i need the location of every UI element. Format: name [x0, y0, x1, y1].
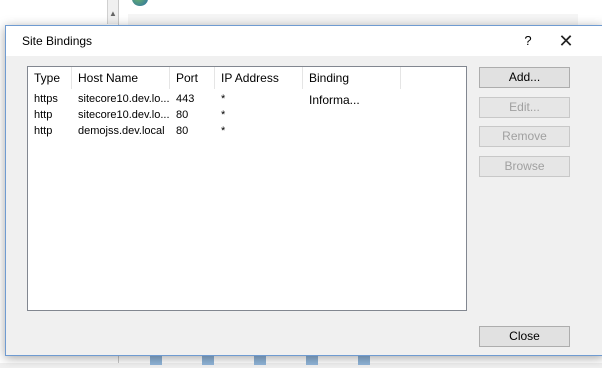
cell-type: https: [34, 93, 58, 105]
cell-port: 80: [176, 125, 189, 137]
remove-button[interactable]: Remove: [479, 126, 570, 147]
cell-binding-info: [303, 107, 401, 123]
bindings-list-header: Type Host Name Port IP Address Binding I…: [28, 67, 466, 107]
cell-host-name: demojss.dev.local: [78, 125, 165, 137]
cell-port: 443: [176, 93, 195, 105]
help-button[interactable]: ?: [517, 32, 539, 50]
table-row[interactable]: http demojss.dev.local 80 *: [28, 123, 466, 139]
feature-icon: [306, 356, 318, 365]
column-header-type[interactable]: Type: [28, 67, 72, 89]
cell-ip-address: *: [221, 125, 226, 137]
cell-ip-address: *: [221, 93, 226, 105]
cell-port: 80: [176, 109, 189, 121]
dialog-title: Site Bindings: [22, 34, 93, 48]
cell-type: http: [34, 125, 53, 137]
add-button[interactable]: Add...: [479, 67, 570, 88]
bindings-list[interactable]: Type Host Name Port IP Address Binding I…: [27, 66, 467, 311]
edit-button[interactable]: Edit...: [479, 97, 570, 118]
table-row[interactable]: https sitecore10.dev.lo... 443 *: [28, 91, 466, 107]
site-bindings-dialog: Site Bindings ? ✕ Type Host Name Port IP…: [5, 25, 602, 356]
cell-host-name: sitecore10.dev.lo...: [78, 93, 170, 105]
feature-icon: [254, 356, 266, 365]
dialog-titlebar[interactable]: Site Bindings ? ✕: [6, 26, 602, 56]
feature-icon: [358, 356, 370, 365]
column-header-host-name[interactable]: Host Name: [72, 67, 170, 89]
feature-icon: [150, 356, 162, 365]
column-header-port[interactable]: Port: [170, 67, 215, 89]
scroll-up-arrow-icon[interactable]: ▲: [107, 0, 118, 24]
cell-ip-address: *: [221, 109, 226, 121]
cell-type: http: [34, 109, 53, 121]
column-header-binding-info[interactable]: Binding Informa...: [303, 67, 401, 107]
cell-host-name: sitecore10.dev.lo...: [78, 109, 170, 121]
close-button[interactable]: Close: [479, 326, 570, 347]
column-header-ip-address[interactable]: IP Address: [215, 67, 303, 89]
feature-icon: [202, 356, 214, 365]
close-icon[interactable]: ✕: [553, 30, 579, 52]
cell-binding-info: [303, 123, 401, 139]
cell-binding-info: [303, 91, 401, 107]
browse-button[interactable]: Browse: [479, 156, 570, 177]
table-row[interactable]: http sitecore10.dev.lo... 80 *: [28, 107, 466, 123]
